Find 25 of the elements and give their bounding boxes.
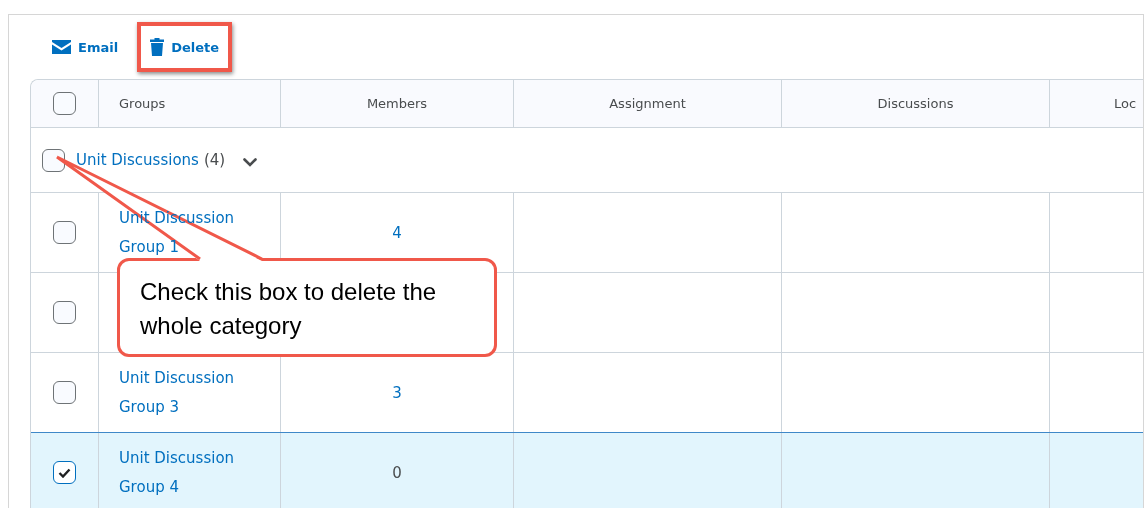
checkmark-icon xyxy=(58,467,71,478)
email-button[interactable]: Email xyxy=(39,23,132,71)
group-link[interactable]: Unit Discussion Group 3 xyxy=(119,363,249,422)
row-checkbox[interactable] xyxy=(53,221,76,244)
select-all-checkbox[interactable] xyxy=(53,92,76,115)
category-checkbox[interactable] xyxy=(42,148,65,172)
members-count: 0 xyxy=(392,463,402,482)
envelope-icon xyxy=(52,40,71,54)
row-checkbox[interactable] xyxy=(53,301,76,324)
members-link[interactable]: 3 xyxy=(392,383,402,402)
group-link[interactable]: Unit Discussion Group 4 xyxy=(119,443,249,502)
group-count: (4) xyxy=(203,151,226,169)
delete-button[interactable]: Delete xyxy=(137,22,233,72)
column-header: Discussions xyxy=(877,96,954,111)
row-checkbox[interactable] xyxy=(53,461,76,484)
chevron-down-icon[interactable] xyxy=(243,157,258,167)
column-header: Loc xyxy=(1114,96,1137,111)
callout: Check this box to delete the whole category xyxy=(117,258,497,357)
members-link[interactable]: 4 xyxy=(392,223,402,242)
column-header: Members xyxy=(366,96,428,111)
column-header: Groups xyxy=(119,96,166,111)
trash-icon xyxy=(150,38,165,56)
row-checkbox[interactable] xyxy=(53,381,76,404)
column-header: Assignment xyxy=(609,96,686,111)
category-link[interactable]: Unit Discussions xyxy=(76,151,199,169)
